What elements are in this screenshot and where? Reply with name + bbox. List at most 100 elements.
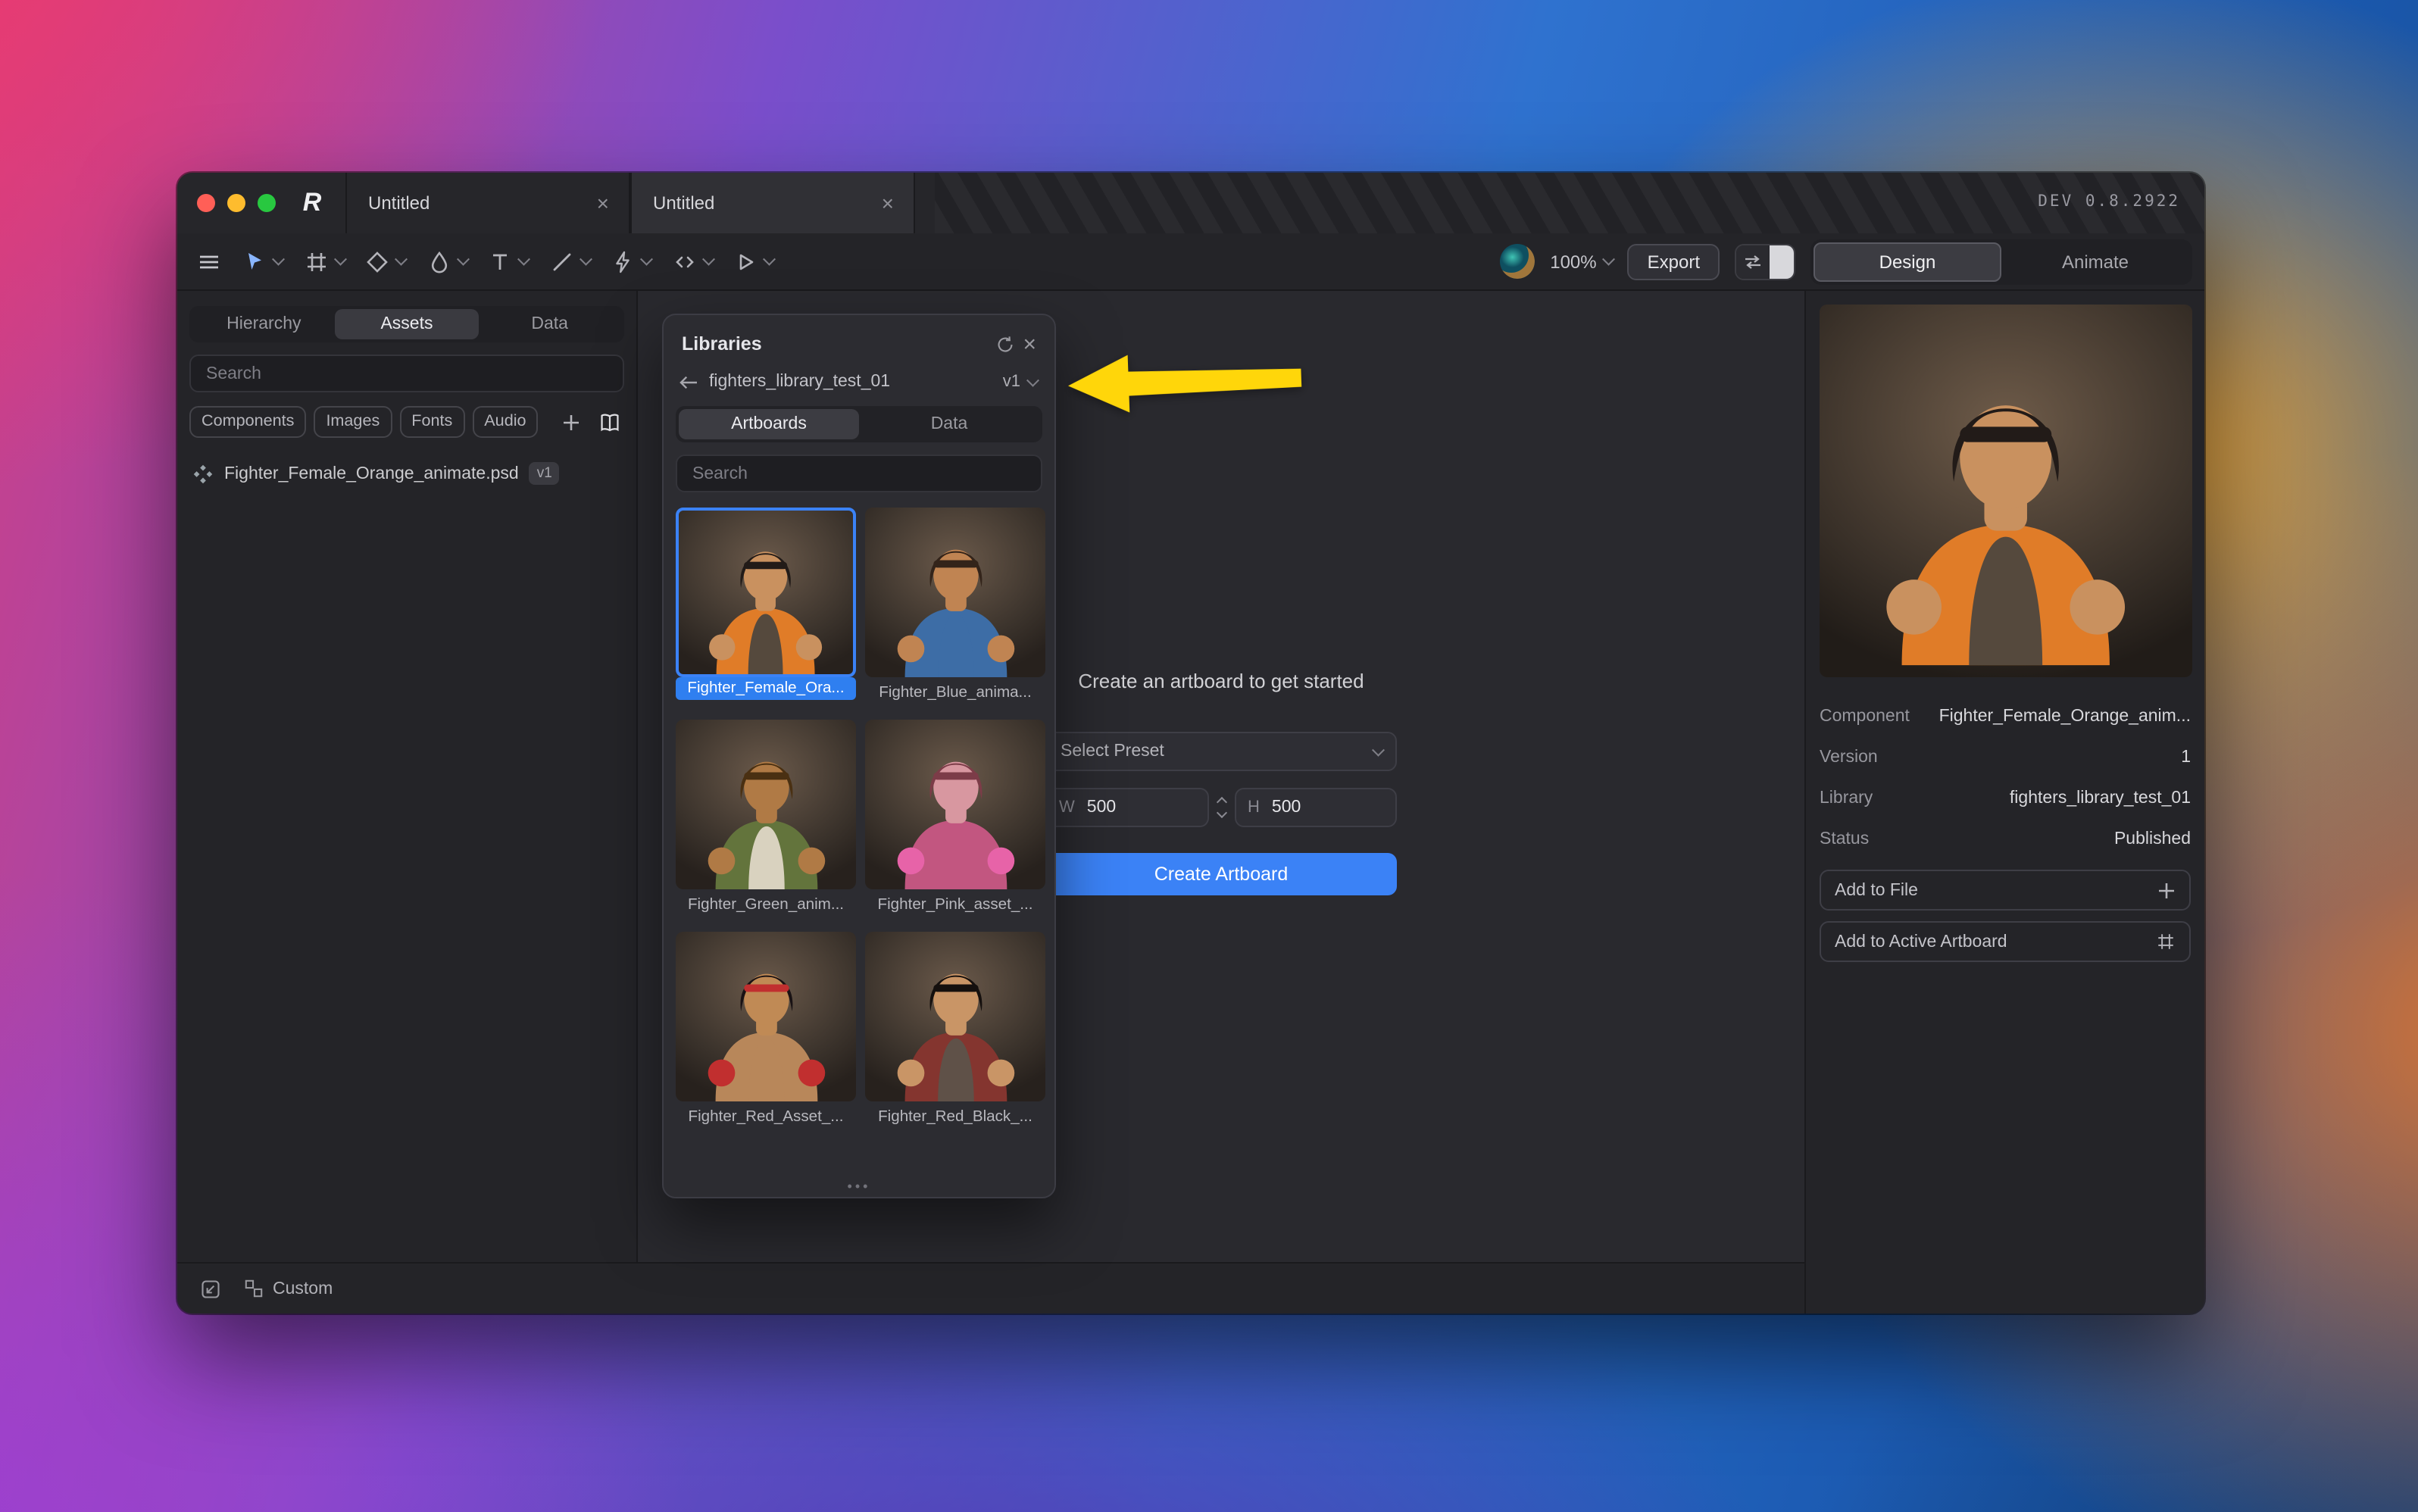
document-tab-active[interactable]: Untitled × <box>630 173 915 233</box>
tab-artboards[interactable]: Artboards <box>679 409 859 439</box>
artboard-item[interactable]: Fighter_Red_Black_... <box>865 932 1045 1129</box>
libraries-button[interactable] <box>594 407 624 437</box>
select-cursor-icon <box>242 249 267 273</box>
tab-design[interactable]: Design <box>1814 242 2001 281</box>
artboard-label: Fighter_Pink_asset_... <box>865 894 1045 917</box>
height-field[interactable]: H <box>1234 788 1397 827</box>
close-window-button[interactable] <box>197 194 215 212</box>
chevron-down-icon[interactable] <box>764 253 776 265</box>
assets-search-input[interactable] <box>203 363 611 384</box>
import-button[interactable] <box>195 1273 226 1304</box>
fill-tool[interactable] <box>419 243 474 280</box>
width-input[interactable] <box>1084 797 1195 818</box>
filter-audio[interactable]: Audio <box>472 406 538 438</box>
code-tool[interactable] <box>664 243 720 280</box>
custom-button[interactable]: Custom <box>244 1279 333 1298</box>
swap-arrows-icon <box>1736 245 1770 278</box>
library-search[interactable] <box>676 455 1042 492</box>
chevron-down-icon[interactable] <box>395 253 408 265</box>
panel-toggle[interactable] <box>1735 243 1795 280</box>
artboard-item[interactable]: Fighter_Blue_anima... <box>865 508 1045 704</box>
fighter-illustration <box>879 521 1031 677</box>
dev-stripes <box>935 173 2204 233</box>
export-button[interactable]: Export <box>1628 243 1720 280</box>
tab-animate[interactable]: Animate <box>2001 242 2189 281</box>
add-to-active-artboard-button[interactable]: Add to Active Artboard <box>1820 921 2191 962</box>
refresh-icon <box>995 334 1014 354</box>
user-avatar[interactable] <box>1500 244 1535 279</box>
chevron-down-icon[interactable] <box>334 253 346 265</box>
filter-components[interactable]: Components <box>189 406 306 438</box>
plus-icon <box>2157 881 2176 899</box>
document-tabs: Untitled × Untitled × <box>345 173 915 233</box>
chevron-down-icon[interactable] <box>273 253 285 265</box>
artboard-tool[interactable] <box>296 243 351 280</box>
chevron-down-icon[interactable] <box>518 253 530 265</box>
annotation-arrow <box>1064 346 1306 423</box>
right-sidebar: Component Fighter_Female_Orange_anim... … <box>1804 291 2204 1314</box>
chevron-down-icon <box>1602 253 1614 265</box>
tab-data[interactable]: Data <box>478 309 621 339</box>
zoom-control[interactable]: 100% <box>1550 251 1612 272</box>
height-label: H <box>1248 798 1260 817</box>
left-sidebar-tabs: Hierarchy Assets Data <box>189 306 624 342</box>
chevron-down-icon[interactable] <box>641 253 653 265</box>
back-arrow-icon[interactable] <box>679 373 698 390</box>
menu-button[interactable] <box>189 243 229 280</box>
filter-images[interactable]: Images <box>314 406 392 438</box>
library-name: fighters_library_test_01 <box>709 373 992 391</box>
select-tool[interactable] <box>235 243 290 280</box>
line-tool[interactable] <box>542 243 597 280</box>
fighter-illustration <box>690 733 842 889</box>
width-field[interactable]: W <box>1045 788 1208 827</box>
text-tool[interactable] <box>480 243 536 280</box>
tab-label: Untitled <box>653 192 877 214</box>
chevron-down-icon <box>1026 373 1039 386</box>
library-version-dropdown[interactable]: v1 <box>1003 373 1036 391</box>
artboard-item[interactable]: Fighter_Pink_asset_... <box>865 720 1045 917</box>
chevron-down-icon[interactable] <box>702 253 714 265</box>
document-tab[interactable]: Untitled × <box>345 173 630 233</box>
zoom-level: 100% <box>1550 251 1596 272</box>
refresh-button[interactable] <box>989 329 1020 359</box>
libraries-header: Libraries × <box>664 315 1054 365</box>
chevron-down-icon <box>1372 743 1384 755</box>
add-to-file-button[interactable]: Add to File <box>1820 870 2191 911</box>
fighter-illustration <box>690 945 842 1101</box>
minimize-window-button[interactable] <box>227 194 245 212</box>
fighter-illustration <box>879 945 1031 1101</box>
tab-assets[interactable]: Assets <box>336 309 479 339</box>
artboard-item[interactable]: Fighter_Green_anim... <box>676 720 856 917</box>
tab-close-icon[interactable]: × <box>877 192 898 214</box>
asset-item[interactable]: Fighter_Female_Orange_animate.psd v1 <box>192 462 624 485</box>
tab-close-icon[interactable]: × <box>592 192 614 214</box>
property-row: Library fighters_library_test_01 <box>1820 777 2191 818</box>
shapes-tool[interactable] <box>358 243 413 280</box>
dimension-stepper[interactable] <box>1217 798 1225 817</box>
artboard-item[interactable]: Fighter_Female_Ora... <box>676 508 856 704</box>
artboard-thumbnail <box>676 508 856 677</box>
library-search-input[interactable] <box>689 463 1029 484</box>
chevron-down-icon[interactable] <box>457 253 469 265</box>
chevron-down-icon[interactable] <box>580 253 592 265</box>
empty-state: Create an artboard to get started Select… <box>1045 670 1397 895</box>
preset-placeholder: Select Preset <box>1061 742 1366 761</box>
app-window: R Untitled × Untitled × DEV 0.8.2922 <box>177 173 2204 1314</box>
events-tool[interactable] <box>603 243 658 280</box>
height-input[interactable] <box>1269 797 1383 818</box>
tab-hierarchy[interactable]: Hierarchy <box>192 309 336 339</box>
panel-resize-handle[interactable]: ••• <box>664 1179 1054 1194</box>
artboard-item[interactable]: Fighter_Red_Asset_... <box>676 932 856 1129</box>
width-label: W <box>1059 798 1075 817</box>
create-artboard-button[interactable]: Create Artboard <box>1045 853 1397 895</box>
filter-fonts[interactable]: Fonts <box>399 406 464 438</box>
assets-search[interactable] <box>189 355 624 392</box>
tab-library-data[interactable]: Data <box>859 409 1039 439</box>
lightning-icon <box>611 249 635 273</box>
add-asset-button[interactable] <box>556 407 586 437</box>
artboard-thumbnail <box>865 720 1045 889</box>
preset-select[interactable]: Select Preset <box>1045 732 1397 771</box>
play-tool[interactable] <box>726 243 781 280</box>
close-panel-button[interactable]: × <box>1020 334 1039 354</box>
zoom-window-button[interactable] <box>258 194 276 212</box>
